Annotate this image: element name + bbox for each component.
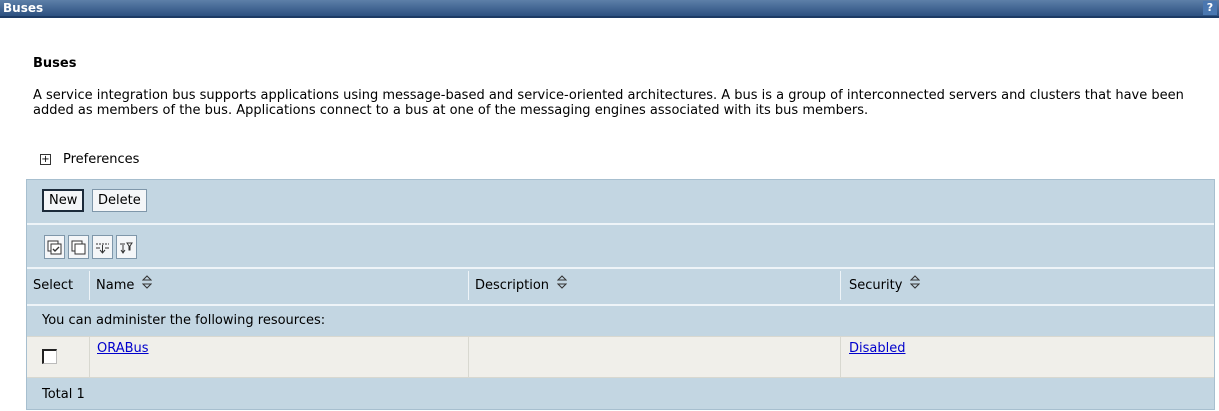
sort-icon[interactable] bbox=[142, 269, 153, 302]
column-divider bbox=[468, 337, 469, 377]
select-all-icon[interactable] bbox=[44, 235, 65, 259]
total-row: Total 1 bbox=[27, 378, 1214, 411]
column-divider bbox=[468, 271, 469, 300]
preferences-label: Preferences bbox=[63, 151, 140, 167]
table-header: Select Name Description Security bbox=[27, 269, 1214, 302]
description-column-header[interactable]: Description bbox=[475, 269, 568, 302]
row-select-checkbox[interactable] bbox=[42, 349, 57, 364]
title-bar-title: Buses bbox=[3, 1, 44, 15]
deselect-all-icon[interactable] bbox=[68, 235, 89, 259]
page-description: A service integration bus supports appli… bbox=[33, 88, 1184, 118]
select-column-header: Select bbox=[33, 278, 74, 293]
filter-icon[interactable] bbox=[116, 235, 137, 259]
bus-name-link[interactable]: ORABus bbox=[97, 341, 149, 356]
total-count: Total 1 bbox=[42, 387, 85, 402]
column-divider bbox=[840, 271, 841, 300]
help-icon[interactable]: ? bbox=[1203, 1, 1217, 15]
name-column-label: Name bbox=[96, 278, 135, 293]
delete-button[interactable]: Delete bbox=[92, 189, 147, 212]
column-divider bbox=[840, 337, 841, 377]
name-column-header[interactable]: Name bbox=[96, 269, 153, 302]
column-divider bbox=[89, 271, 90, 300]
column-divider bbox=[89, 337, 90, 377]
expand-plus-icon[interactable]: + bbox=[40, 153, 51, 165]
table-row: ORABus Disabled bbox=[27, 336, 1214, 378]
sort-icon[interactable] bbox=[556, 269, 568, 302]
expand-all-icon[interactable] bbox=[92, 235, 113, 259]
button-toolbar: New Delete bbox=[27, 180, 1214, 225]
new-button[interactable]: New bbox=[42, 189, 85, 212]
resources-message-row: You can administer the following resourc… bbox=[27, 304, 1214, 336]
page-title: Buses bbox=[33, 56, 77, 71]
sort-icon[interactable] bbox=[910, 269, 921, 302]
security-column-label: Security bbox=[849, 278, 903, 293]
security-status-link[interactable]: Disabled bbox=[849, 341, 905, 356]
collection-table-panel: New Delete Select Name Description Secur… bbox=[26, 179, 1215, 410]
resources-message: You can administer the following resourc… bbox=[42, 313, 326, 328]
security-column-header[interactable]: Security bbox=[849, 269, 921, 302]
icon-toolbar bbox=[27, 225, 1214, 269]
preferences-toggle[interactable]: + Preferences bbox=[40, 151, 139, 167]
description-column-label: Description bbox=[475, 278, 550, 293]
title-bar: Buses ? bbox=[0, 0, 1219, 18]
